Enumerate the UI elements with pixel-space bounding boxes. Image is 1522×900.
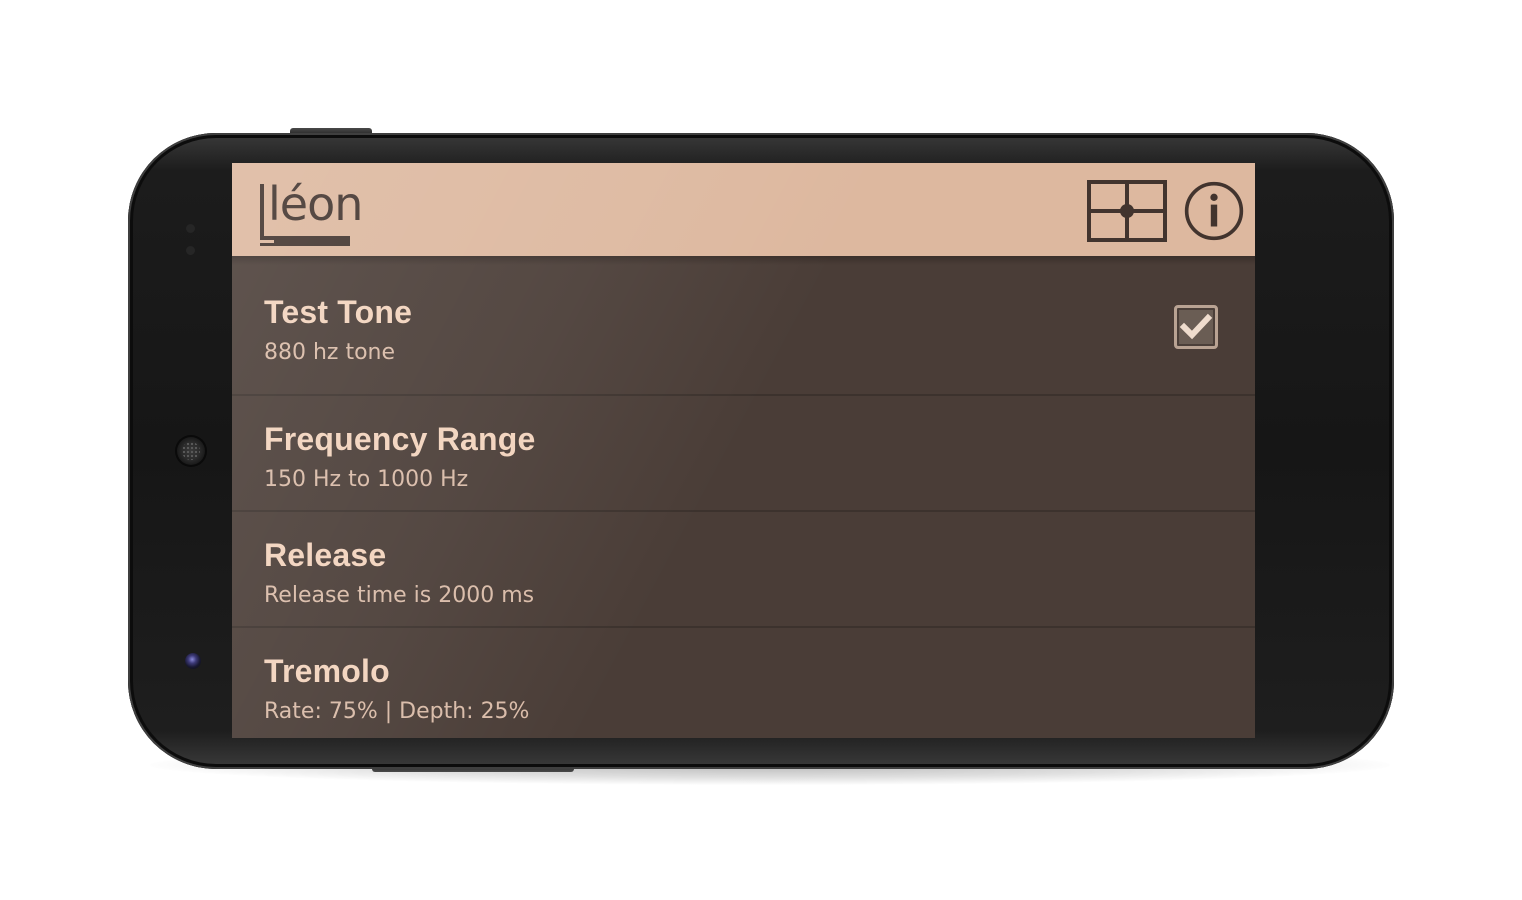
grid-crosshair-icon xyxy=(1087,180,1167,242)
setting-summary: Release time is 2000 ms xyxy=(264,583,535,608)
logo-stem xyxy=(260,184,264,240)
app-logo: léon xyxy=(258,176,363,250)
setting-title: Release xyxy=(264,537,387,573)
setting-test-tone[interactable]: Test Tone 880 hz tone xyxy=(232,256,1255,396)
setting-release[interactable]: Release Release time is 2000 ms xyxy=(232,512,1255,628)
setting-summary: 880 hz tone xyxy=(264,340,396,365)
info-button[interactable] xyxy=(1180,180,1248,242)
logo-text: léon xyxy=(268,177,363,231)
setting-summary: Rate: 75% | Depth: 25% xyxy=(264,699,530,724)
grid-button[interactable] xyxy=(1087,180,1167,242)
setting-tremolo[interactable]: Tremolo Rate: 75% | Depth: 25% xyxy=(232,628,1255,738)
logo-base-notch xyxy=(260,240,274,243)
front-camera xyxy=(185,653,201,669)
action-bar: léon xyxy=(232,163,1255,256)
test-tone-checkbox[interactable] xyxy=(1174,305,1218,349)
earpiece-speaker xyxy=(175,435,207,467)
setting-title: Tremolo xyxy=(264,653,390,689)
setting-title: Test Tone xyxy=(264,294,413,330)
proximity-sensor xyxy=(186,224,195,233)
checkmark-icon xyxy=(1179,313,1213,340)
setting-title: Frequency Range xyxy=(264,421,536,457)
device-mockup: léon Test Tone 880 hz tone Frequency Ran… xyxy=(0,0,1522,900)
light-sensor xyxy=(186,246,195,255)
settings-list: Test Tone 880 hz tone Frequency Range 15… xyxy=(232,256,1255,738)
app-screen: léon Test Tone 880 hz tone Frequency Ran… xyxy=(232,163,1255,738)
info-icon xyxy=(1184,181,1244,241)
setting-frequency-range[interactable]: Frequency Range 150 Hz to 1000 Hz xyxy=(232,396,1255,512)
setting-summary: 150 Hz to 1000 Hz xyxy=(264,467,469,492)
